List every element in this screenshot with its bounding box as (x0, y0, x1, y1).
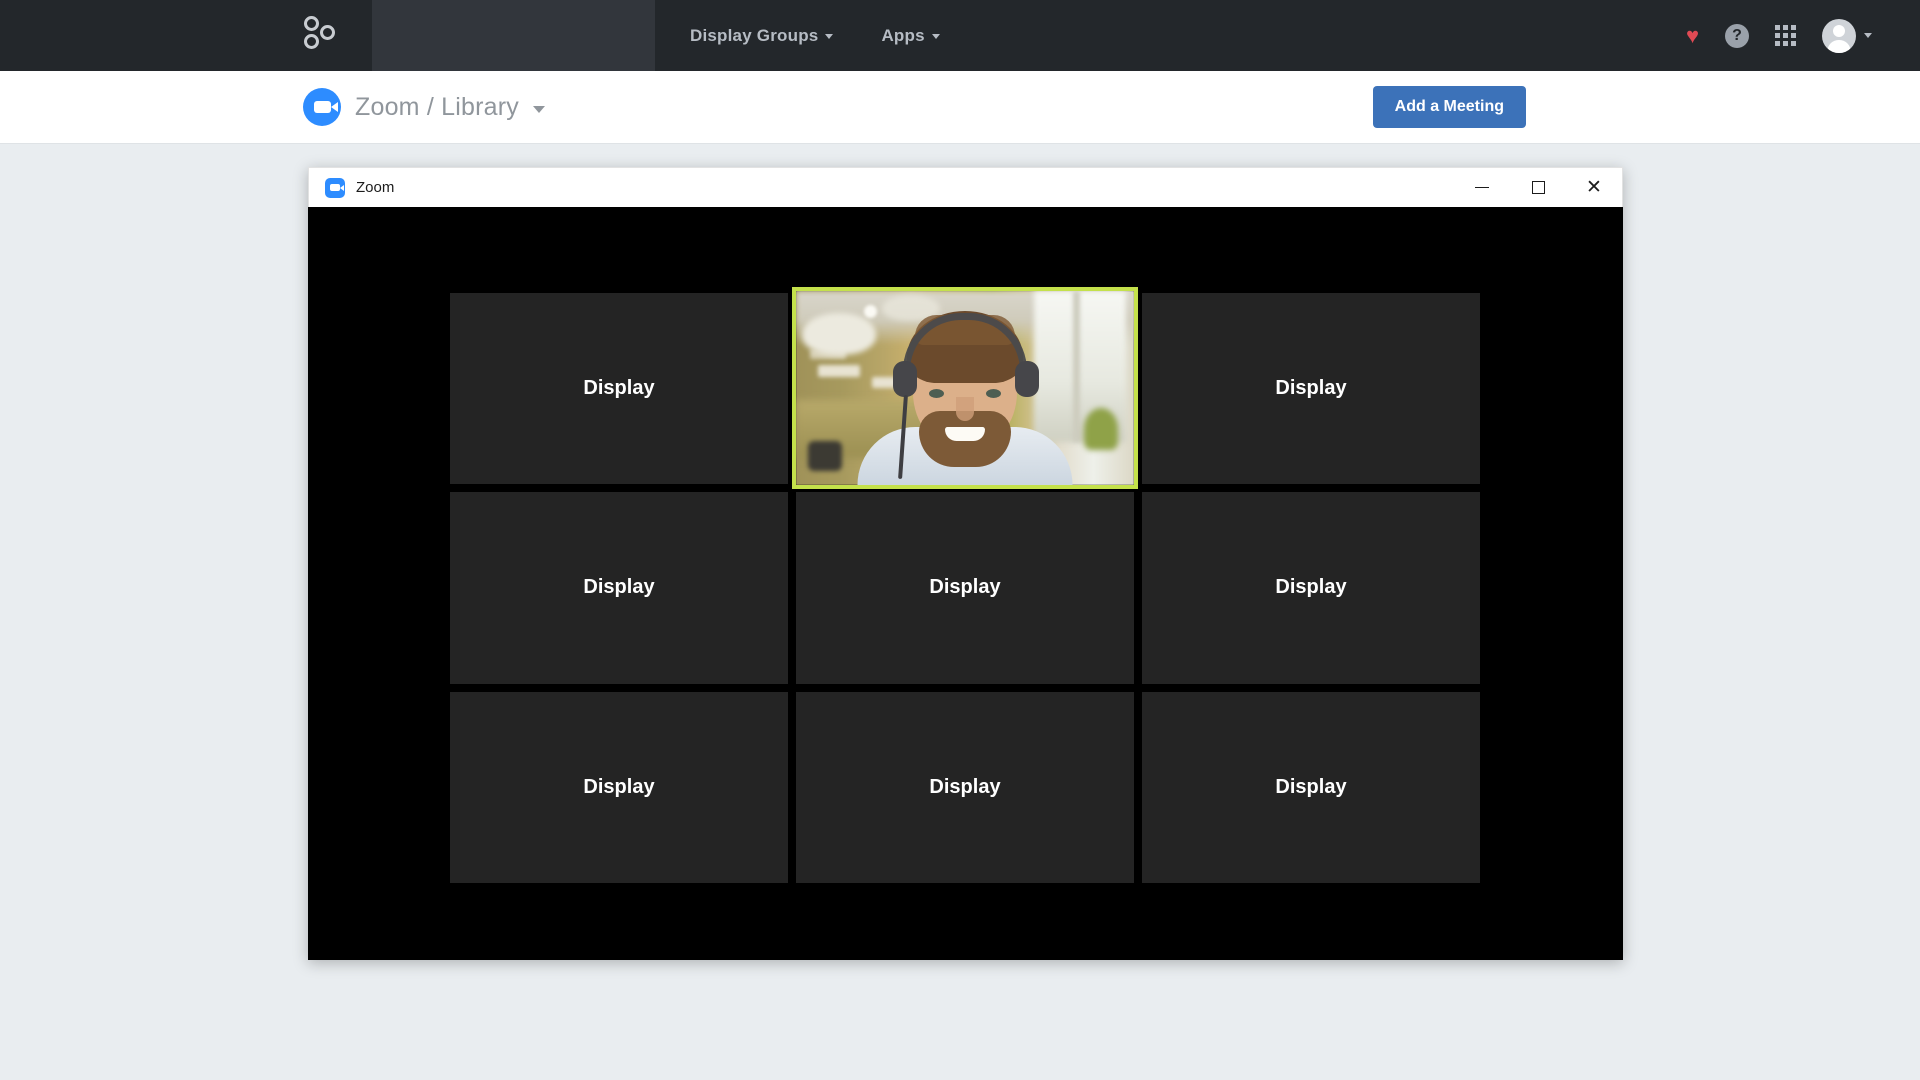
zoom-window-body: Display Display Display Display Display … (308, 207, 1623, 960)
background-window-frame (1073, 291, 1080, 442)
minimize-button[interactable] (1454, 168, 1510, 208)
display-tile[interactable]: Display (450, 492, 788, 683)
display-tile-label: Display (1275, 776, 1346, 799)
display-tile[interactable]: Display (1142, 692, 1480, 883)
background-object (808, 441, 842, 471)
display-tile[interactable]: Display (796, 492, 1134, 683)
window-titlebar[interactable]: Zoom ✕ (308, 167, 1623, 207)
display-tile-label: Display (583, 576, 654, 599)
background-shelf-item (818, 365, 860, 377)
pendant-lamp (802, 313, 876, 355)
top-navigation-bar: Display Groups Apps ♥ ? (0, 0, 1920, 71)
zoom-camera-icon (303, 88, 341, 126)
display-tile-label: Display (1275, 377, 1346, 400)
chevron-down-icon (1864, 33, 1872, 38)
logo-ring-bottom-left (304, 34, 319, 49)
display-tile-label: Display (1275, 576, 1346, 599)
video-feed (796, 291, 1134, 485)
window-title: Zoom (356, 179, 394, 196)
user-menu[interactable] (1822, 19, 1872, 53)
window-controls: ✕ (1454, 168, 1622, 208)
display-tile-label: Display (929, 776, 1000, 799)
close-button[interactable]: ✕ (1566, 168, 1622, 208)
help-icon[interactable]: ? (1725, 24, 1749, 48)
primary-nav-links: Display Groups Apps (690, 0, 940, 71)
logo-ring-right (320, 25, 335, 40)
nav-item-display-groups[interactable]: Display Groups (690, 26, 833, 46)
chevron-down-icon[interactable] (533, 106, 545, 113)
ceiling-light (864, 305, 877, 318)
topbar-active-panel (372, 0, 655, 71)
maximize-icon (1532, 181, 1545, 194)
page-title: Zoom / Library (355, 93, 519, 122)
chevron-down-icon (932, 34, 940, 39)
logo-ring-top-left (304, 16, 319, 31)
nav-item-apps-label: Apps (881, 26, 924, 46)
person-eye-left (929, 389, 944, 398)
close-icon: ✕ (1586, 178, 1602, 197)
heart-icon[interactable]: ♥ (1686, 25, 1699, 47)
camera-glyph (330, 184, 340, 191)
minimize-icon (1475, 187, 1489, 189)
zoom-camera-icon (325, 178, 345, 198)
person-nose (956, 397, 974, 421)
topbar-right-actions: ♥ ? (1686, 0, 1872, 71)
nav-item-display-groups-label: Display Groups (690, 26, 818, 46)
display-tile[interactable]: Display (450, 293, 788, 484)
display-tile-label: Display (929, 576, 1000, 599)
page-subheader: Zoom / Library Add a Meeting (0, 71, 1920, 144)
avatar (1822, 19, 1856, 53)
display-tile[interactable]: Display (450, 692, 788, 883)
zoom-application-window: Zoom ✕ Display Display Display Display D… (308, 167, 1623, 960)
add-meeting-button[interactable]: Add a Meeting (1373, 86, 1526, 128)
apps-grid-icon[interactable] (1775, 25, 1796, 46)
display-tile[interactable]: Display (796, 692, 1134, 883)
maximize-button[interactable] (1510, 168, 1566, 208)
display-tile-label: Display (583, 776, 654, 799)
headset-earcup-left (893, 361, 917, 397)
background-plant (1084, 408, 1118, 450)
display-tile[interactable]: Display (1142, 492, 1480, 683)
display-tile-label: Display (583, 377, 654, 400)
display-tile[interactable]: Display (1142, 293, 1480, 484)
person-eye-right (986, 389, 1001, 398)
breadcrumb[interactable]: Zoom / Library (303, 88, 545, 126)
headset-earcup-right (1015, 361, 1039, 397)
person-smile (945, 427, 985, 441)
active-video-participant-tile[interactable] (792, 287, 1138, 489)
window-title-group: Zoom (325, 178, 394, 198)
xibo-logo[interactable] (299, 14, 343, 58)
chevron-down-icon (825, 34, 833, 39)
nav-item-apps[interactable]: Apps (881, 26, 939, 46)
camera-glyph (314, 101, 331, 113)
